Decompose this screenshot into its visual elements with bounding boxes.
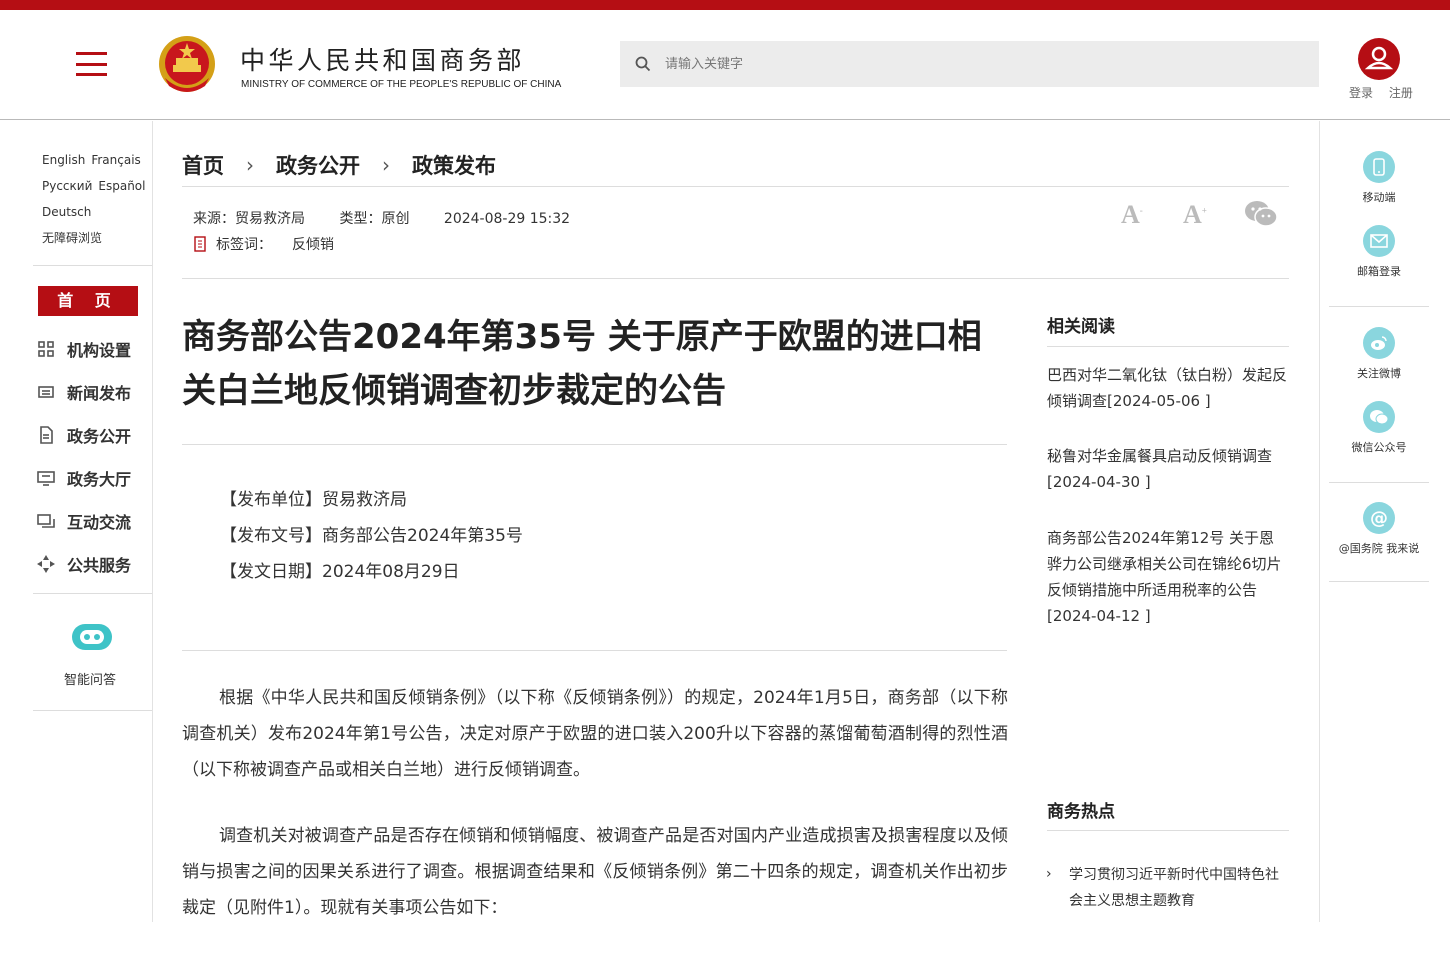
nav-item-label: 政务大厅 (67, 469, 132, 489)
type-text: 类型：原创 (339, 211, 410, 227)
chevron-right-icon: › (1046, 866, 1052, 882)
nav-item-label: 机构设置 (67, 340, 132, 360)
font-decrease-button[interactable]: A- (1121, 200, 1143, 230)
menu-icon[interactable] (76, 52, 107, 76)
paragraph: 根据《中华人民共和国反倾销条例》（以下称《反倾销条例》）的规定，2024年1月5… (182, 688, 1008, 780)
register-link[interactable]: 注册 (1389, 86, 1413, 100)
lang-english[interactable]: English (42, 153, 85, 167)
state-council-feedback-link[interactable]: @ @国务院 我来说 (1320, 502, 1438, 556)
mobile-icon (1363, 151, 1395, 183)
divider (1329, 581, 1429, 582)
hot-heading: 商务热点 (1047, 802, 1115, 822)
divider (182, 650, 1007, 651)
divider (33, 710, 152, 711)
issue-date-line: 【发文日期】2024年08月29日 (220, 562, 460, 582)
source-text: 来源：贸易救济局 (193, 211, 305, 227)
lang-german[interactable]: Deutsch (42, 205, 91, 219)
breadcrumb-policy-release[interactable]: 政策发布 (412, 150, 496, 180)
auth-links: 登录 注册 (1349, 84, 1425, 101)
weibo-icon (1363, 327, 1395, 359)
breadcrumb-home[interactable]: 首页 (182, 150, 224, 180)
mailbox-link[interactable]: 邮箱登录 (1320, 225, 1438, 279)
wechat-share-icon[interactable] (1244, 200, 1278, 228)
top-accent-bar (0, 0, 1450, 10)
lang-russian[interactable]: Русский (42, 179, 92, 193)
right-sidebar: 移动端 邮箱登录 关注微博 微信公众号 @ @国务院 我来说 (1319, 121, 1450, 922)
related-link[interactable]: 秘鲁对华金属餐具启动反倾销调查[2024-04-30 ] (1047, 443, 1289, 495)
issuer-line: 【发布单位】贸易救济局 (220, 490, 407, 510)
article-info: 【发布单位】贸易救济局 【发布文号】商务部公告2024年第35号 【发文日期】2… (220, 482, 523, 590)
nav-item-organization[interactable]: 机构设置 (36, 327, 131, 370)
site-name-en: MINISTRY OF COMMERCE OF THE PEOPLE'S REP… (241, 79, 562, 90)
user-icon (1364, 46, 1394, 70)
article-meta: 来源：贸易救济局 类型：原创 2024-08-29 15:32 (193, 208, 600, 228)
search-icon[interactable] (635, 56, 651, 72)
site-name-cn: 中华人民共和国商务部 (240, 46, 526, 75)
divider (182, 186, 1289, 187)
site-header: 中华人民共和国商务部 MINISTRY OF COMMERCE OF THE P… (0, 10, 1450, 120)
related-heading: 相关阅读 (1047, 317, 1115, 337)
user-avatar-button[interactable] (1358, 38, 1400, 80)
paragraph: 调查机关对被调查产品是否存在倾销和倾销幅度、被调查产品是否对国内产业造成损害及损… (182, 826, 1008, 918)
nav-item-government-affairs[interactable]: 政务公开 (36, 413, 131, 456)
divider (33, 265, 152, 266)
tag-icon (194, 236, 206, 252)
monitor-icon (36, 468, 56, 488)
divider (1329, 306, 1429, 307)
at-icon: @ (1363, 502, 1395, 534)
lang-spanish[interactable]: Español (98, 179, 145, 193)
mobile-link[interactable]: 移动端 (1320, 151, 1438, 205)
news-icon (36, 382, 56, 402)
nav-item-public-service[interactable]: 公共服务 (36, 542, 131, 585)
nav-item-interaction[interactable]: 互动交流 (36, 499, 131, 542)
national-emblem-icon (159, 36, 215, 92)
article-body: 根据《中华人民共和国反倾销条例》（以下称《反倾销条例》）的规定，2024年1月5… (182, 680, 1008, 956)
divider (182, 444, 1007, 445)
mail-icon (1363, 225, 1395, 257)
chevron-right-icon: › (246, 153, 254, 177)
divider (182, 278, 1289, 279)
document-number-line: 【发布文号】商务部公告2024年第35号 (220, 526, 523, 546)
chevron-right-icon: › (382, 153, 390, 177)
left-nav-list: 机构设置 新闻发布 政务公开 政务大厅 互动交流 公共服务 (36, 327, 131, 585)
related-link[interactable]: 巴西对华二氧化钛（钛白粉）发起反倾销调查[2024-05-06 ] (1047, 362, 1289, 414)
weibo-link[interactable]: 关注微博 (1320, 327, 1438, 381)
breadcrumb: 首页 › 政务公开 › 政策发布 (182, 150, 496, 180)
assistant-label[interactable]: 智能问答 (64, 669, 116, 688)
tag-label: 标签词： (216, 237, 272, 253)
login-link[interactable]: 登录 (1349, 86, 1373, 100)
divider (33, 593, 152, 594)
grid-icon (36, 339, 56, 359)
robot-assistant-icon[interactable] (70, 620, 114, 654)
nav-item-label: 互动交流 (67, 512, 132, 532)
service-icon (36, 554, 56, 574)
nav-item-label: 政务公开 (67, 426, 132, 446)
tag-link[interactable]: 反倾销 (292, 234, 334, 254)
document-icon (36, 425, 56, 445)
font-increase-button[interactable]: A+ (1183, 200, 1207, 230)
nav-item-label: 新闻发布 (67, 383, 132, 403)
nav-item-news[interactable]: 新闻发布 (36, 370, 131, 413)
search-bar (620, 41, 1319, 87)
datetime-text: 2024-08-29 15:32 (443, 211, 571, 227)
search-input[interactable] (665, 41, 1305, 87)
divider (1047, 346, 1289, 347)
divider (1329, 482, 1429, 483)
home-button[interactable]: 首 页 (38, 286, 138, 316)
left-sidebar: English Français Русский Español Deutsch 无… (0, 121, 153, 922)
article-tags: 标签词： 反倾销 (193, 234, 334, 254)
language-links: English Français Русский Español Deutsch 无… (42, 147, 151, 251)
wechat-icon (1363, 401, 1395, 433)
chat-icon (36, 511, 56, 531)
wechat-account-link[interactable]: 微信公众号 (1320, 401, 1438, 455)
nav-item-label: 公共服务 (67, 555, 132, 575)
breadcrumb-government-affairs[interactable]: 政务公开 (276, 150, 360, 180)
nav-item-service-hall[interactable]: 政务大厅 (36, 456, 131, 499)
accessibility-link[interactable]: 无障碍浏览 (42, 231, 102, 245)
divider (1047, 830, 1289, 831)
article-title: 商务部公告2024年第35号 关于原产于欧盟的进口相关白兰地反倾销调查初步裁定的… (182, 317, 982, 411)
lang-french[interactable]: Français (91, 153, 140, 167)
hot-link[interactable]: 学习贯彻习近平新时代中国特色社会主义思想主题教育 (1069, 862, 1289, 914)
related-link[interactable]: 商务部公告2024年第12号 关于恩骅力公司继承相关公司在锦纶6切片反倾销措施中… (1047, 525, 1289, 629)
